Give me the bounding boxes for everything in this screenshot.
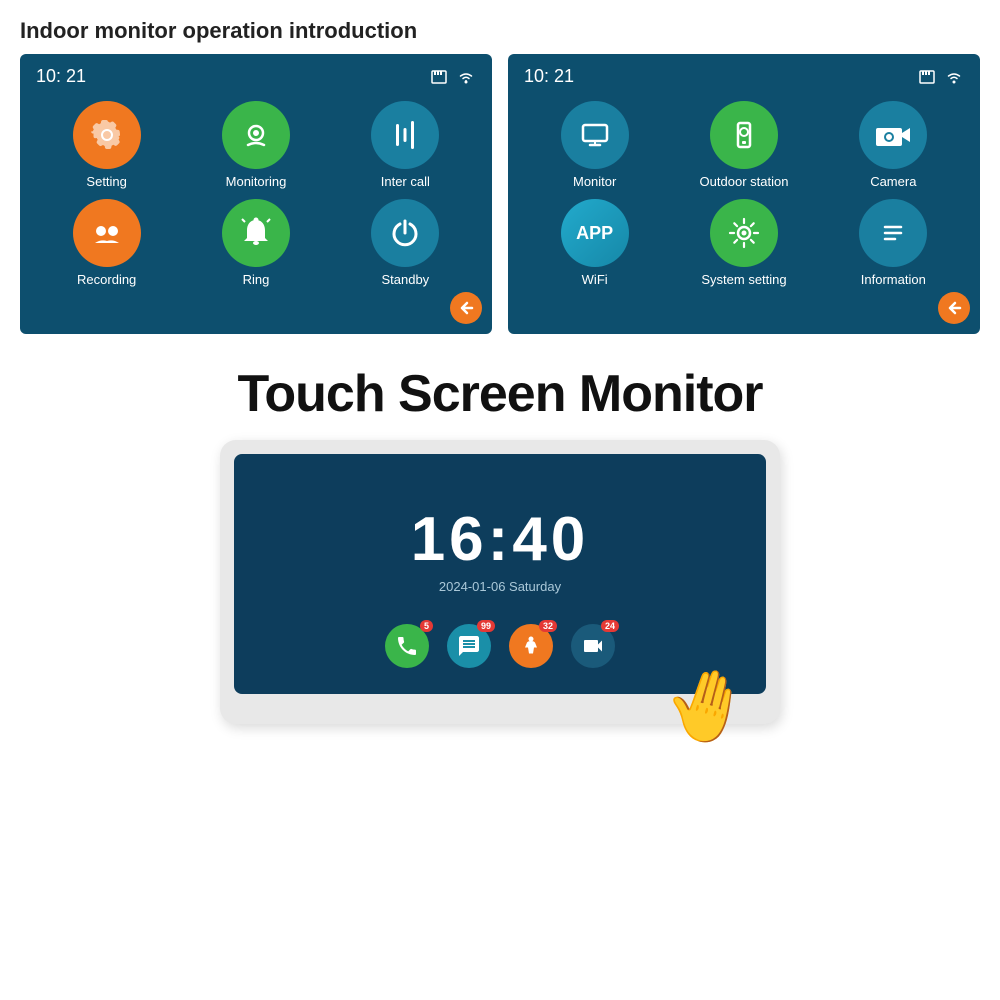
app-standby[interactable]: Standby bbox=[335, 199, 476, 287]
motion-icon bbox=[519, 634, 543, 658]
app-outdoor-label: Outdoor station bbox=[700, 174, 789, 189]
phone-icon bbox=[395, 634, 419, 658]
app-system-setting-label: System setting bbox=[701, 272, 786, 287]
screen1-time: 10: 21 bbox=[36, 66, 86, 87]
screen2-topbar: 10: 21 bbox=[524, 66, 964, 87]
app-setting[interactable]: Setting bbox=[36, 101, 177, 189]
screen2: 10: 21 bbox=[508, 54, 980, 334]
app-recording[interactable]: Recording bbox=[36, 199, 177, 287]
app-camera[interactable]: Camera bbox=[823, 101, 964, 189]
recording-icon bbox=[87, 213, 127, 253]
camera-icon bbox=[872, 114, 914, 156]
outdoor-icon bbox=[724, 115, 764, 155]
app-ring[interactable]: Ring bbox=[185, 199, 326, 287]
chat-icon bbox=[457, 634, 481, 658]
app-outdoor[interactable]: Outdoor station bbox=[673, 101, 814, 189]
power-icon bbox=[386, 214, 424, 252]
sd-card-icon bbox=[430, 69, 450, 85]
information-icon bbox=[874, 214, 912, 252]
back-arrow-icon bbox=[457, 299, 475, 317]
app-monitoring[interactable]: Monitoring bbox=[185, 101, 326, 189]
app-wifi-text: APP bbox=[576, 223, 613, 244]
app-intercall[interactable]: Inter call bbox=[335, 101, 476, 189]
touch-title: Touch Screen Monitor bbox=[237, 364, 762, 424]
system-gear-icon bbox=[725, 214, 763, 252]
app-camera-label: Camera bbox=[870, 174, 916, 189]
app-wifi-label: WiFi bbox=[582, 272, 608, 287]
screen1: 10: 21 bbox=[20, 54, 492, 334]
app-intercall-label: Inter call bbox=[381, 174, 430, 189]
screen1-grid: Setting Monitoring bbox=[36, 101, 476, 287]
app-monitor[interactable]: Monitor bbox=[524, 101, 665, 189]
chat-badge: 99 bbox=[477, 620, 495, 632]
back-button-1[interactable] bbox=[450, 292, 482, 324]
phone-badge: 5 bbox=[420, 620, 433, 632]
screen2-grid: Monitor Outdoor station bbox=[524, 101, 964, 287]
back-button-2[interactable] bbox=[938, 292, 970, 324]
app-information-label: Information bbox=[861, 272, 926, 287]
app-ring-label: Ring bbox=[243, 272, 270, 287]
monitor-icon bbox=[575, 115, 615, 155]
app-standby-label: Standby bbox=[381, 272, 429, 287]
screen2-status-icons bbox=[918, 69, 964, 85]
app-wifi[interactable]: APP WiFi bbox=[524, 199, 665, 287]
screen2-time: 10: 21 bbox=[524, 66, 574, 87]
motion-badge: 32 bbox=[539, 620, 557, 632]
screens-row: 10: 21 bbox=[0, 54, 1000, 334]
dock-chat[interactable]: 99 bbox=[447, 624, 491, 668]
wifi-icon-2 bbox=[944, 69, 964, 85]
monitoring-icon bbox=[236, 115, 276, 155]
camera-badge: 24 bbox=[601, 620, 619, 632]
app-system-setting[interactable]: System setting bbox=[673, 199, 814, 287]
page-title: Indoor monitor operation introduction bbox=[0, 0, 1000, 54]
touch-section: Touch Screen Monitor 16:40 2024-01-06 Sa… bbox=[0, 354, 1000, 724]
monitor-big-time: 16:40 bbox=[264, 504, 736, 575]
sd-card-icon-2 bbox=[918, 69, 938, 85]
screen1-status-icons bbox=[430, 69, 476, 85]
app-monitoring-label: Monitoring bbox=[226, 174, 287, 189]
bell-icon bbox=[237, 214, 275, 252]
monitor-date: 2024-01-06 Saturday bbox=[264, 579, 736, 594]
app-setting-label: Setting bbox=[86, 174, 126, 189]
app-recording-label: Recording bbox=[77, 272, 136, 287]
app-information[interactable]: Information bbox=[823, 199, 964, 287]
dock-motion[interactable]: 32 bbox=[509, 624, 553, 668]
monitor-dock: 5 99 32 bbox=[264, 624, 736, 668]
dock-camera[interactable]: 24 bbox=[571, 624, 615, 668]
dock-phone[interactable]: 5 bbox=[385, 624, 429, 668]
monitor-inner-screen: 16:40 2024-01-06 Saturday 5 99 bbox=[234, 454, 766, 694]
screen1-topbar: 10: 21 bbox=[36, 66, 476, 87]
wifi-icon bbox=[456, 69, 476, 85]
gear-icon bbox=[88, 116, 126, 154]
monitor-device: 16:40 2024-01-06 Saturday 5 99 bbox=[220, 440, 780, 724]
back-arrow-icon-2 bbox=[945, 299, 963, 317]
intercall-icon bbox=[386, 116, 424, 154]
app-monitor-label: Monitor bbox=[573, 174, 616, 189]
camera-record-icon bbox=[581, 634, 605, 658]
